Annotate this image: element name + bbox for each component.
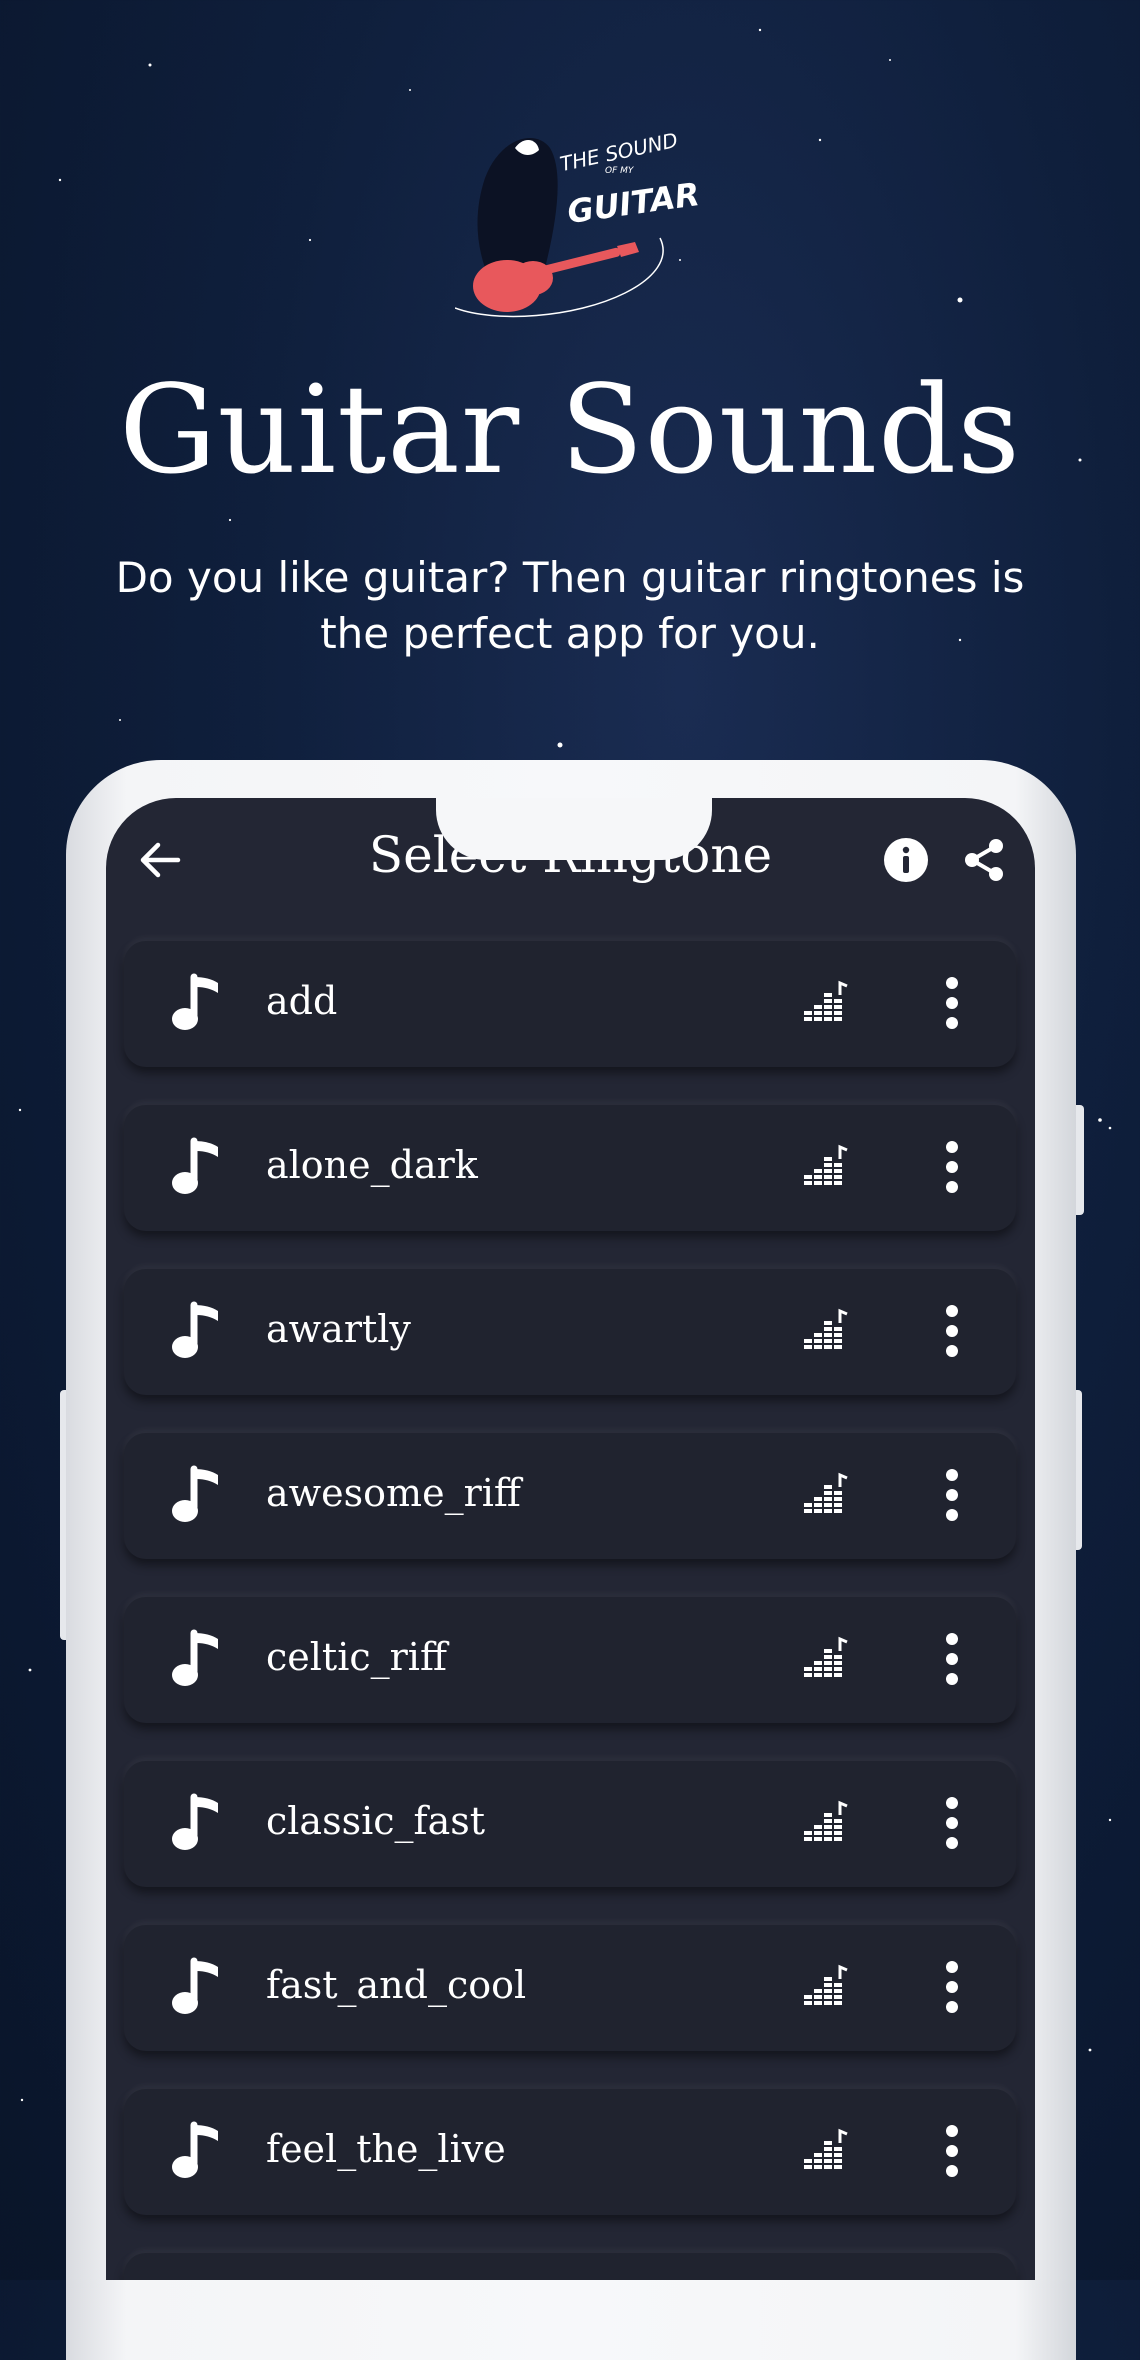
ringtone-row[interactable]: feel_the_live	[124, 2089, 1016, 2215]
logo-text-of-my: OF MY	[605, 166, 634, 176]
music-note-icon	[168, 2119, 228, 2183]
music-note-icon	[168, 1135, 228, 1199]
equalizer-icon[interactable]	[800, 1471, 850, 1521]
music-note-icon	[168, 1299, 228, 1363]
equalizer-icon[interactable]	[800, 1799, 850, 1849]
ringtone-row[interactable]: fast_and_cool	[124, 1925, 1016, 2051]
equalizer-icon[interactable]	[800, 2127, 850, 2177]
more-vert-icon[interactable]	[932, 1629, 972, 1689]
ringtone-name: classic_fast	[266, 1799, 486, 1843]
more-vert-icon[interactable]	[932, 2121, 972, 2181]
music-note-icon	[168, 1627, 228, 1691]
ringtone-name: add	[266, 979, 338, 1023]
ringtone-list: add alone_darkawartly awesome_riff celtic_r…	[124, 941, 1016, 2280]
music-note-icon	[168, 971, 228, 1035]
equalizer-icon[interactable]	[800, 1635, 850, 1685]
more-vert-icon[interactable]	[932, 1957, 972, 2017]
ringtone-row[interactable]: celtic_riff	[124, 1597, 1016, 1723]
phone-notch	[436, 798, 712, 860]
promo-headline: Guitar Sounds	[119, 359, 1021, 501]
ringtone-row[interactable]: classic_fast	[124, 1761, 1016, 1887]
ringtone-name: fast_and_cool	[266, 1963, 527, 2007]
app-logo: THE SOUND OF MY GUITAR	[455, 118, 702, 328]
ringtone-name: alone_dark	[266, 1143, 478, 1187]
equalizer-icon[interactable]	[800, 1963, 850, 2013]
music-note-icon	[168, 1955, 228, 2019]
more-vert-icon[interactable]	[932, 1137, 972, 1197]
equalizer-icon[interactable]	[800, 1307, 850, 1357]
ringtone-name: awartly	[266, 1307, 411, 1351]
ringtone-row[interactable]	[124, 2253, 1016, 2280]
equalizer-icon[interactable]	[800, 979, 850, 1029]
more-vert-icon[interactable]	[932, 1793, 972, 1853]
music-note-icon	[168, 1791, 228, 1855]
promo-subtext: Do you like guitar? Then guitar ringtone…	[115, 553, 1025, 658]
ringtone-row[interactable]: awartly	[124, 1269, 1016, 1395]
more-vert-icon[interactable]	[932, 973, 972, 1033]
ringtone-row[interactable]: alone_dark	[124, 1105, 1016, 1231]
equalizer-icon[interactable]	[800, 1143, 850, 1193]
music-note-icon	[168, 1463, 228, 1527]
ringtone-name: feel_the_live	[266, 2127, 506, 2171]
more-vert-icon[interactable]	[932, 1301, 972, 1361]
ringtone-row[interactable]: add	[124, 941, 1016, 1067]
ringtone-name: awesome_riff	[266, 1471, 521, 1515]
ringtone-row[interactable]: awesome_riff	[124, 1433, 1016, 1559]
phone-screen: Select Ringtone addalone_darkawartlyawes…	[106, 798, 1035, 2280]
ringtone-name: celtic_riff	[266, 1635, 447, 1679]
more-vert-icon[interactable]	[932, 1465, 972, 1525]
